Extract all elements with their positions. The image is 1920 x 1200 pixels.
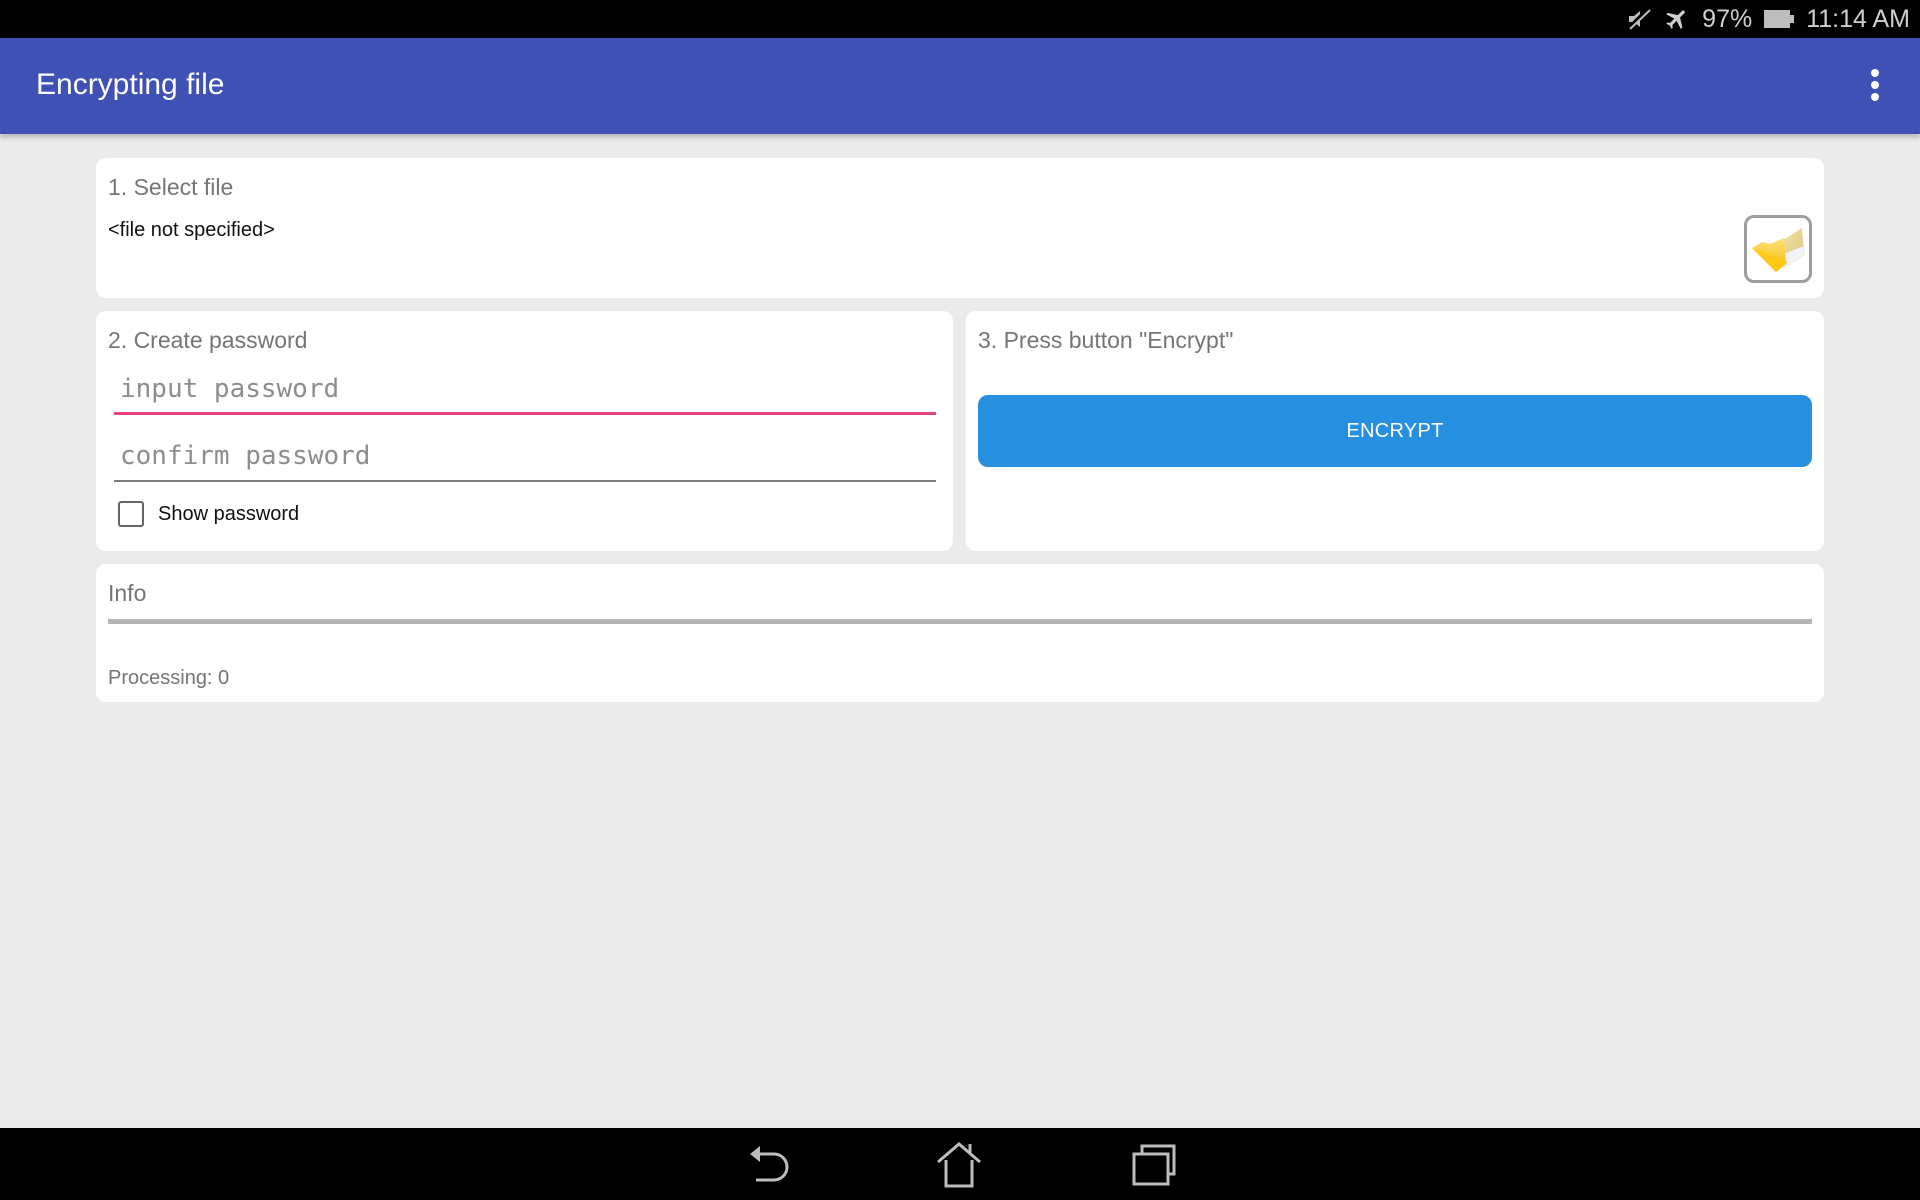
muted-icon — [1626, 7, 1652, 31]
processing-status: Processing: 0 — [108, 667, 230, 689]
folder-icon — [1752, 228, 1805, 272]
airplane-mode-icon — [1664, 6, 1690, 32]
app-title: Encrypting file — [36, 68, 225, 101]
battery-icon — [1764, 9, 1795, 29]
encrypt-card: 3. Press button "Encrypt" ENCRYPT — [966, 311, 1824, 551]
encrypt-title: 3. Press button "Encrypt" — [978, 327, 1234, 353]
create-password-title: 2. Create password — [108, 327, 308, 353]
show-password-label: Show password — [158, 502, 300, 525]
select-file-title: 1. Select file — [108, 174, 234, 200]
navigation-bar — [0, 1128, 1920, 1200]
recent-apps-button[interactable] — [1124, 1142, 1178, 1188]
show-password-toggle[interactable]: Show password — [118, 501, 299, 527]
home-icon — [937, 1142, 981, 1188]
browse-file-button[interactable] — [1744, 215, 1812, 283]
info-card: Info Processing: 0 — [96, 564, 1824, 702]
home-button[interactable] — [932, 1142, 986, 1188]
battery-percent: 97% — [1702, 4, 1753, 33]
password-input[interactable] — [114, 365, 936, 415]
overflow-menu-icon — [1871, 69, 1879, 77]
app-bar: Encrypting file — [0, 38, 1920, 134]
recent-apps-icon — [1132, 1144, 1176, 1186]
confirm-password-input[interactable] — [114, 432, 936, 482]
clock: 11:14 AM — [1806, 4, 1910, 33]
progress-bar — [108, 619, 1812, 624]
selected-file-label: <file not specified> — [108, 219, 275, 241]
status-bar: 97% 11:14 AM — [0, 0, 1920, 38]
overflow-menu-button[interactable] — [1850, 60, 1900, 110]
back-icon — [750, 1146, 789, 1182]
info-title: Info — [108, 580, 147, 606]
select-file-card: 1. Select file <file not specified> — [96, 158, 1824, 298]
create-password-card: 2. Create password Show password — [96, 311, 953, 551]
show-password-checkbox[interactable] — [118, 501, 144, 527]
back-button[interactable] — [742, 1142, 796, 1188]
encrypt-button[interactable]: ENCRYPT — [978, 395, 1812, 467]
